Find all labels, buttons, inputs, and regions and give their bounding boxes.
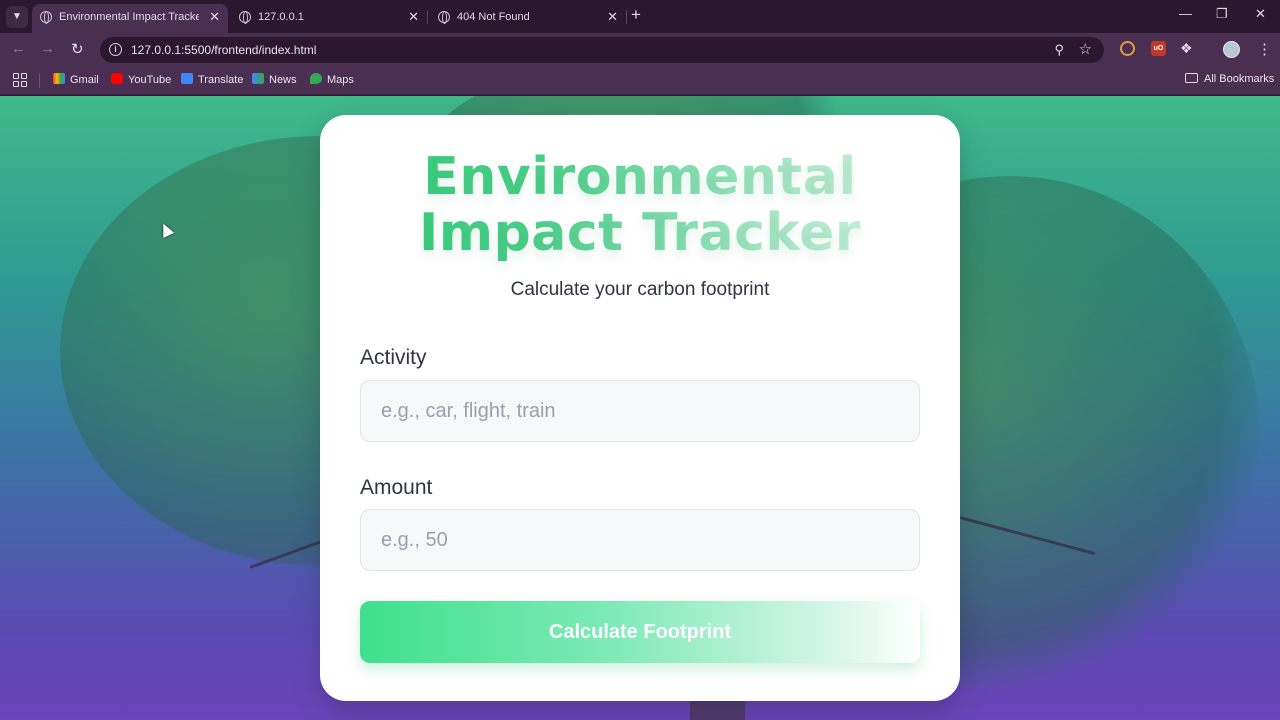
title-line-1: Environmental: [423, 147, 857, 207]
close-tab-icon[interactable]: ✕: [607, 9, 618, 25]
browser-toolbar: ← → ↻ i 127.0.0.1:5500/frontend/index.ht…: [0, 33, 1280, 66]
translate-icon: [181, 73, 193, 84]
youtube-icon: [111, 73, 123, 84]
amount-input[interactable]: [360, 509, 920, 571]
tab-environmental-impact-tracker[interactable]: Environmental Impact Tracker ✕: [32, 4, 228, 33]
forward-arrow-icon[interactable]: →: [40, 40, 55, 57]
page-subtitle: Calculate your carbon footprint: [510, 279, 770, 300]
all-bookmarks-button[interactable]: All Bookmarks: [1185, 73, 1274, 85]
url-text[interactable]: 127.0.0.1:5500/frontend/index.html: [131, 43, 316, 57]
bookmark-youtube[interactable]: YouTube: [111, 73, 171, 86]
globe-icon: [239, 11, 251, 24]
new-tab-button[interactable]: +: [631, 5, 641, 25]
profile-avatar[interactable]: [1223, 41, 1240, 58]
tab-divider: [626, 10, 627, 24]
menu-kebab-icon[interactable]: ⋮: [1257, 40, 1272, 58]
restore-icon[interactable]: ❐: [1216, 6, 1228, 22]
tab-search-chevron-down-icon[interactable]: ▼: [6, 6, 28, 28]
bookmarks-divider: [39, 73, 40, 88]
bookmark-translate[interactable]: Translate: [181, 73, 243, 86]
globe-icon: [40, 11, 52, 24]
star-icon[interactable]: ☆: [1079, 40, 1092, 58]
title-line-2: Impact Tracker: [418, 203, 862, 263]
bookmark-news[interactable]: News: [252, 73, 297, 86]
gmail-icon: [53, 73, 65, 84]
close-window-icon[interactable]: ✕: [1255, 6, 1266, 22]
reload-icon[interactable]: ↻: [71, 40, 84, 58]
page-viewport: Environmental Impact Tracker Calculate y…: [0, 96, 1280, 720]
tab-title: 127.0.0.1: [258, 11, 304, 23]
page-title: Environmental Impact Tracker: [320, 149, 960, 261]
extensions-puzzle-icon[interactable]: ❖: [1180, 41, 1195, 56]
zoom-icon[interactable]: ⚲: [1054, 42, 1064, 58]
tab-title: 404 Not Found: [457, 11, 530, 23]
maps-pin-icon: [310, 73, 322, 84]
cookie-extension-icon[interactable]: [1120, 41, 1135, 56]
close-tab-icon[interactable]: ✕: [209, 9, 220, 25]
tab-404-not-found[interactable]: 404 Not Found ✕: [430, 4, 626, 33]
minimize-icon[interactable]: —: [1179, 6, 1192, 21]
site-info-icon[interactable]: i: [109, 43, 122, 56]
calculate-footprint-button[interactable]: Calculate Footprint: [360, 601, 920, 663]
globe-icon: [438, 11, 450, 24]
tab-bar: ▼ Environmental Impact Tracker ✕ 127.0.0…: [0, 0, 1280, 33]
tab-title: Environmental Impact Tracker: [59, 11, 199, 23]
bookmark-maps[interactable]: Maps: [310, 73, 354, 86]
amount-label: Amount: [360, 476, 433, 499]
address-bar[interactable]: i 127.0.0.1:5500/frontend/index.html ⚲ ☆: [100, 37, 1104, 63]
folder-icon: [1185, 73, 1198, 83]
close-tab-icon[interactable]: ✕: [408, 9, 419, 25]
apps-grid-icon[interactable]: [13, 73, 27, 87]
activity-label: Activity: [360, 346, 427, 369]
bookmarks-bar: Gmail YouTube Translate News Maps All Bo…: [0, 66, 1280, 95]
tab-divider: [427, 10, 428, 24]
activity-input[interactable]: [360, 380, 920, 442]
back-arrow-icon[interactable]: ←: [11, 40, 26, 57]
tab-localhost[interactable]: 127.0.0.1 ✕: [231, 4, 427, 33]
ublock-extension-icon[interactable]: uO: [1151, 41, 1166, 56]
tracker-card: Environmental Impact Tracker Calculate y…: [320, 115, 960, 701]
news-icon: [252, 73, 264, 84]
bookmark-gmail[interactable]: Gmail: [53, 73, 99, 86]
